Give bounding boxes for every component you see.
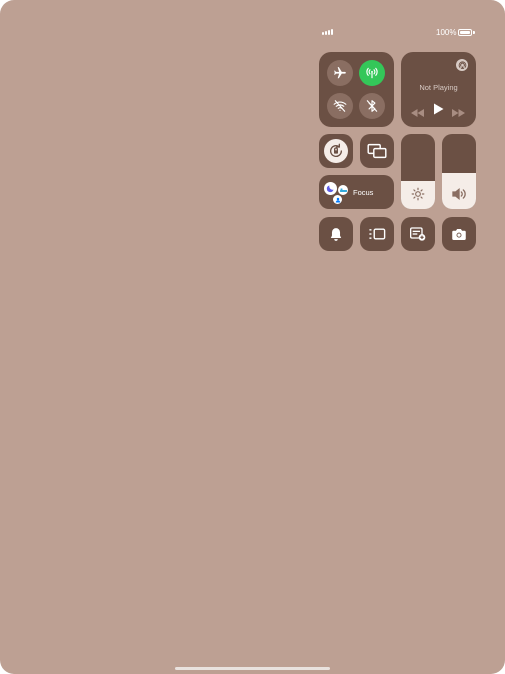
now-playing-title: Not Playing [419, 83, 458, 92]
cellular-data-button[interactable] [359, 60, 385, 86]
fast-forward-icon [452, 109, 465, 117]
moon-icon [324, 182, 337, 195]
play-icon [434, 103, 444, 115]
brightness-slider[interactable] [401, 134, 435, 209]
battery-percentage: 100% [436, 28, 457, 37]
volume-slider[interactable] [442, 134, 476, 209]
rotation-lock-button[interactable] [319, 134, 353, 168]
camera-button[interactable] [442, 217, 476, 251]
airplane-mode-button[interactable] [327, 60, 353, 86]
brightness-icon [411, 187, 425, 201]
fast-forward-button[interactable] [452, 104, 465, 122]
bell-icon [330, 227, 342, 241]
bed-icon [338, 185, 348, 195]
focus-label: Focus [353, 188, 374, 197]
airplay-icon [458, 60, 466, 69]
camera-icon [452, 228, 466, 240]
play-button[interactable] [433, 102, 444, 120]
rewind-icon [411, 109, 424, 117]
screen-mirroring-icon [367, 143, 387, 159]
rewind-button[interactable] [411, 104, 424, 122]
ipad-screen: 100% Not Playing Focus [0, 0, 505, 674]
stage-manager-icon [369, 228, 386, 240]
wifi-off-icon [333, 100, 347, 112]
rotation-lock-icon [330, 143, 343, 157]
speaker-icon [452, 187, 466, 201]
home-indicator[interactable] [175, 667, 330, 670]
bluetooth-icon [366, 100, 378, 112]
cellular-icon [366, 67, 378, 79]
screen-mirroring-button[interactable] [360, 134, 394, 168]
battery-icon [458, 29, 472, 36]
airplane-icon [334, 67, 346, 79]
quick-note-button[interactable] [401, 217, 435, 251]
battery-cap [473, 31, 475, 34]
quick-note-icon [410, 227, 426, 241]
stage-manager-button[interactable] [360, 217, 394, 251]
bluetooth-button[interactable] [359, 93, 385, 119]
wifi-button[interactable] [327, 93, 353, 119]
person-icon [333, 195, 342, 204]
airplay-button[interactable] [456, 59, 468, 71]
signal-strength-icon [322, 29, 333, 35]
silent-mode-button[interactable] [319, 217, 353, 251]
